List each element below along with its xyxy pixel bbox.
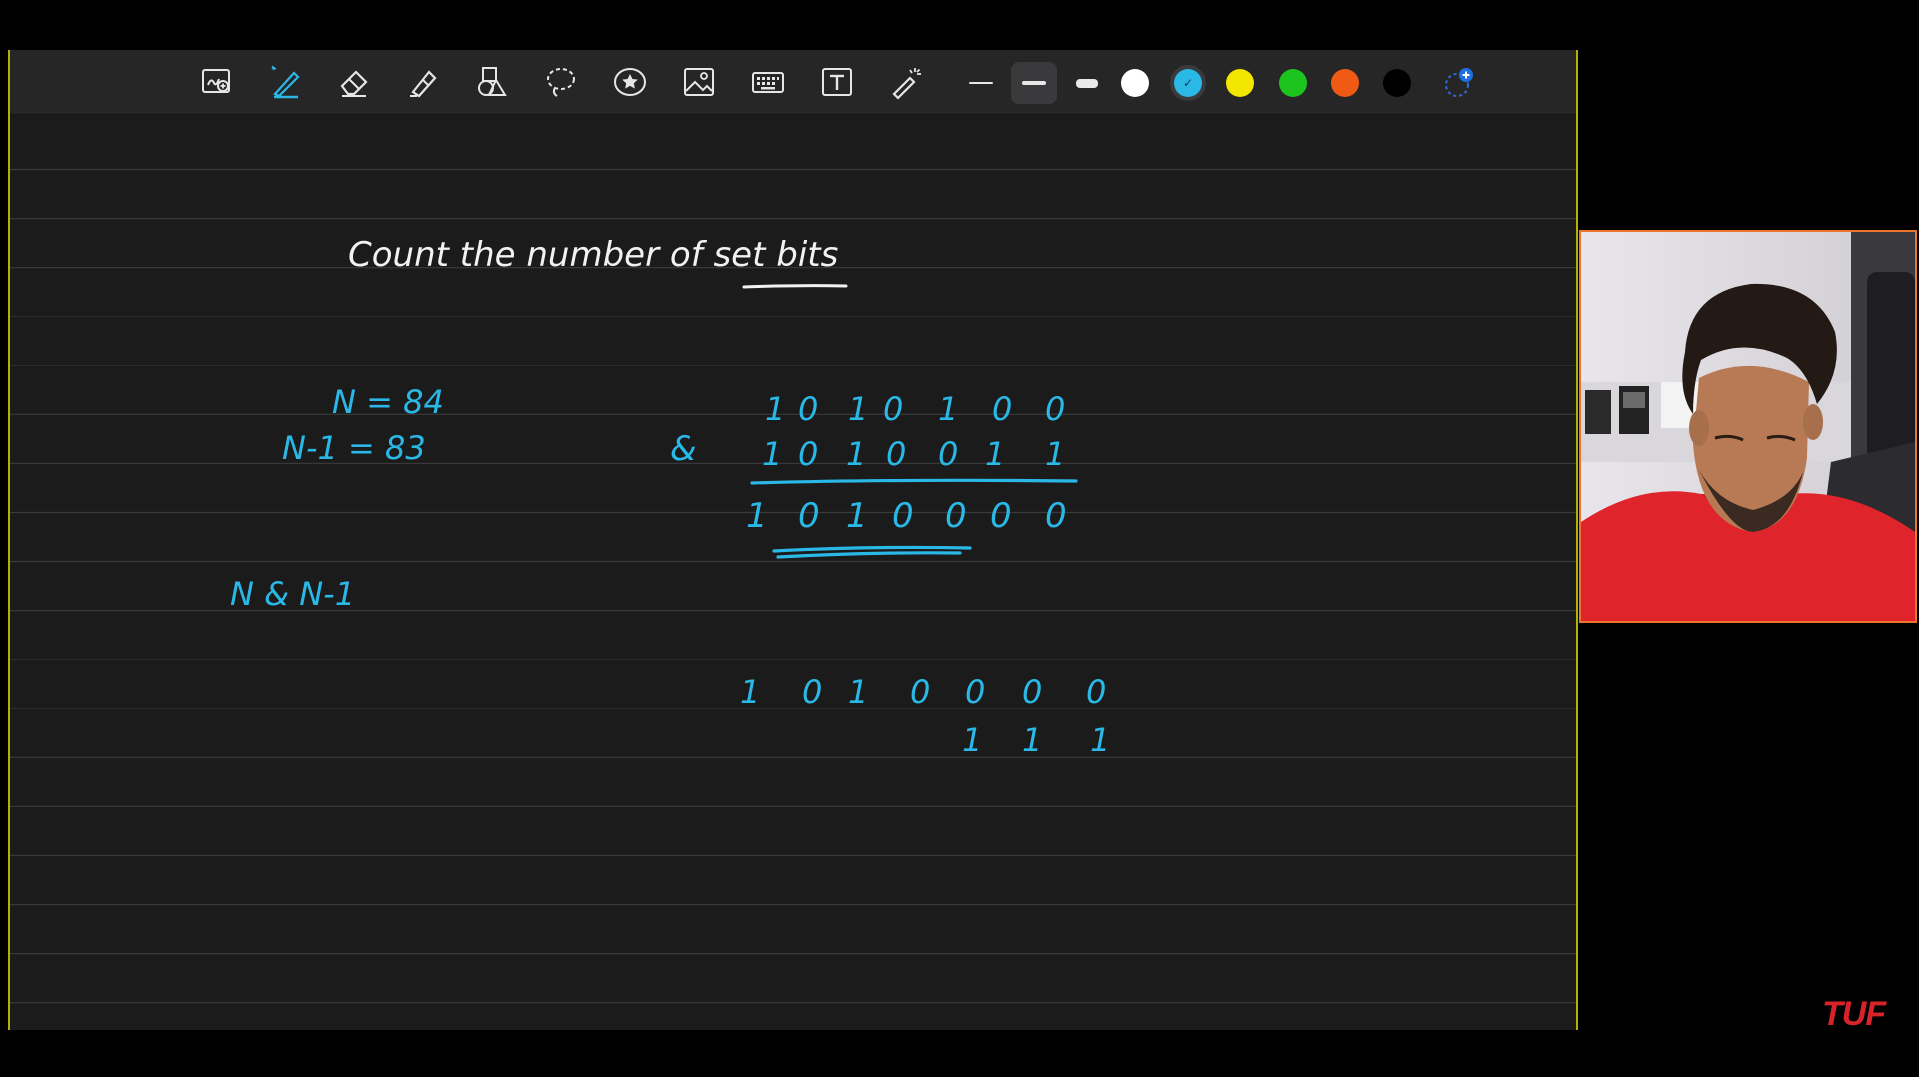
binary-digit: 0 bbox=[910, 673, 930, 711]
binary-digit: 1 bbox=[1090, 721, 1110, 759]
add-color-icon bbox=[1445, 68, 1473, 97]
n-minus-1-line: N-1 = 83 bbox=[282, 429, 426, 467]
binary-digit: 0 bbox=[886, 435, 906, 473]
binary-digit: 0 bbox=[1022, 673, 1042, 711]
note-title: Count the number of set bits bbox=[348, 235, 838, 275]
color-swatch-white[interactable] bbox=[1121, 69, 1149, 97]
keyboard-icon bbox=[752, 72, 784, 93]
image-icon bbox=[684, 68, 714, 96]
drawing-toolbar: ✓ bbox=[10, 50, 1576, 115]
binary-digit: 1 bbox=[848, 673, 868, 711]
ruled-notebook-page[interactable]: Count the number of set bits N = 84 N-1 … bbox=[10, 115, 1576, 1030]
binary-digit: 0 bbox=[1045, 496, 1067, 536]
n-value-line: N = 84 bbox=[332, 383, 444, 421]
handwriting-layer: Count the number of set bits N = 84 N-1 … bbox=[230, 235, 1110, 759]
brand-logo: TUF bbox=[1822, 995, 1886, 1033]
checkmark-icon: ✓ bbox=[1182, 76, 1194, 90]
stroke-width-thin[interactable] bbox=[958, 62, 1004, 104]
binary-digit: 0 bbox=[802, 673, 822, 711]
pen-icon bbox=[271, 65, 300, 99]
binary-digit: 0 bbox=[798, 390, 818, 428]
text-box-icon bbox=[822, 68, 852, 96]
binary-row-83: 1010011 bbox=[762, 435, 1065, 473]
shapes-tool-button[interactable] bbox=[469, 60, 515, 104]
laser-pointer-icon bbox=[892, 68, 921, 100]
highlighter-icon bbox=[410, 70, 437, 98]
binary-digit: 0 bbox=[798, 435, 818, 473]
binary-digit: 0 bbox=[945, 496, 967, 536]
binary-digit: 0 bbox=[1045, 390, 1065, 428]
binary-digit: 1 bbox=[938, 390, 958, 428]
shapes-icon bbox=[478, 67, 507, 96]
result-underline bbox=[772, 545, 972, 553]
image-tool-button[interactable] bbox=[676, 60, 722, 104]
binary-digit: 0 bbox=[892, 496, 914, 536]
binary-digit: 0 bbox=[1086, 673, 1106, 711]
presenter-video-image bbox=[1581, 232, 1915, 621]
binary-row-ones: 1 1 1 bbox=[962, 721, 1110, 759]
color-swatch-black[interactable] bbox=[1383, 69, 1411, 97]
eraser-icon bbox=[340, 70, 368, 97]
webcam-feed bbox=[1579, 230, 1917, 623]
medium-line-icon bbox=[1022, 81, 1046, 85]
sticker-tool-button[interactable] bbox=[607, 60, 653, 104]
binary-digit: 1 bbox=[846, 496, 868, 536]
binary-digit: 1 bbox=[962, 721, 982, 759]
add-color-button[interactable] bbox=[1442, 66, 1476, 100]
laser-pointer-tool-button[interactable] bbox=[883, 60, 929, 104]
screen: ✓ Count the number of set bits N = 84 N-… bbox=[0, 0, 1919, 1077]
thin-line-icon bbox=[969, 82, 993, 84]
binary-digit: 1 bbox=[1045, 435, 1065, 473]
binary-digit: 1 bbox=[740, 673, 760, 711]
eraser-tool-button[interactable] bbox=[331, 60, 377, 104]
zoom-box-icon bbox=[202, 69, 230, 93]
binary-digit: 0 bbox=[965, 673, 985, 711]
stroke-width-thick[interactable] bbox=[1064, 62, 1110, 104]
binary-digit: 1 bbox=[762, 435, 782, 473]
color-swatch-cyan[interactable]: ✓ bbox=[1174, 69, 1202, 97]
color-swatch-orange[interactable] bbox=[1331, 69, 1359, 97]
video-bottom-bar bbox=[0, 1030, 1919, 1077]
color-swatch-green[interactable] bbox=[1279, 69, 1307, 97]
title-underline bbox=[742, 284, 848, 289]
color-swatch-yellow[interactable] bbox=[1226, 69, 1254, 97]
notes-app-window: ✓ Count the number of set bits N = 84 N-… bbox=[8, 50, 1578, 1030]
and-expression: N & N-1 bbox=[230, 575, 355, 613]
stroke-width-medium[interactable] bbox=[1011, 62, 1057, 104]
binary-digit: 1 bbox=[1022, 721, 1042, 759]
pen-tool-button[interactable] bbox=[262, 60, 308, 104]
zoom-lasso-tool-button[interactable] bbox=[194, 60, 240, 104]
textbox-tool-button[interactable] bbox=[814, 60, 860, 104]
binary-digit: 0 bbox=[883, 390, 903, 428]
binary-digit: 1 bbox=[746, 496, 768, 536]
star-sticker-icon bbox=[614, 68, 646, 96]
binary-digit: 0 bbox=[798, 496, 820, 536]
binary-row-result: 1010000 bbox=[746, 496, 1067, 536]
binary-row-working: 1010000 bbox=[740, 673, 1106, 711]
lasso-icon bbox=[547, 68, 575, 97]
binary-digit: 1 bbox=[985, 435, 1005, 473]
highlighter-tool-button[interactable] bbox=[400, 60, 446, 104]
binary-digit: 0 bbox=[992, 390, 1012, 428]
binary-digit: 1 bbox=[765, 390, 785, 428]
binary-digit: 1 bbox=[848, 390, 868, 428]
keyboard-tool-button[interactable] bbox=[745, 60, 791, 104]
binary-digit: 0 bbox=[990, 496, 1012, 536]
and-operator: & bbox=[670, 429, 697, 469]
binary-digit: 0 bbox=[938, 435, 958, 473]
thick-line-icon bbox=[1076, 78, 1098, 88]
binary-digit: 1 bbox=[846, 435, 866, 473]
sum-line bbox=[750, 478, 1078, 485]
binary-row-84: 1010100 bbox=[765, 390, 1065, 428]
result-underline-2 bbox=[776, 551, 962, 559]
lasso-tool-button[interactable] bbox=[538, 60, 584, 104]
